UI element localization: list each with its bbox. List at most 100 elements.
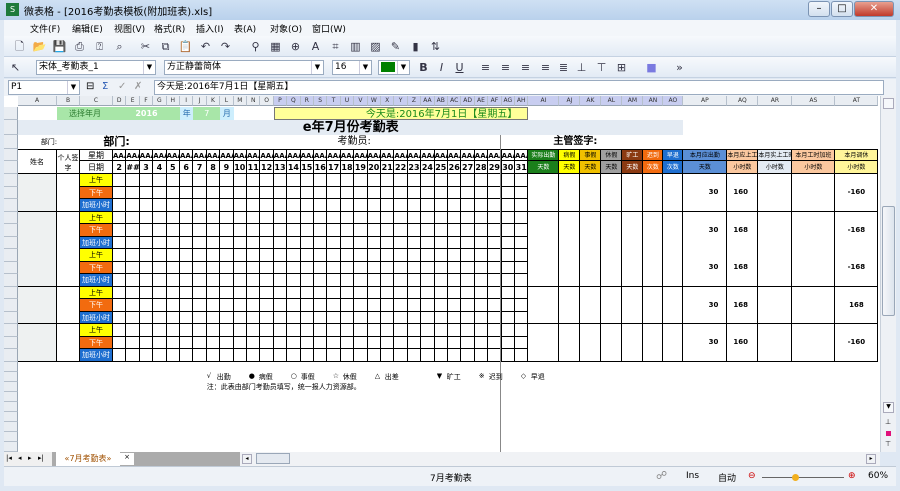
attendance-cell[interactable] <box>421 286 435 300</box>
attendance-cell[interactable] <box>314 324 328 337</box>
attendance-cell[interactable] <box>448 224 462 237</box>
align-right-icon[interactable]: ≡ <box>518 60 533 75</box>
attendance-cell[interactable] <box>247 186 261 200</box>
attendance-cell[interactable] <box>327 311 341 325</box>
attendance-cell[interactable] <box>126 349 140 362</box>
attendance-cell[interactable] <box>461 236 475 250</box>
attendance-cell[interactable] <box>407 324 422 337</box>
attendance-cell[interactable] <box>421 324 435 337</box>
open-icon[interactable]: 📂 <box>32 39 47 54</box>
attendance-cell[interactable] <box>515 224 529 237</box>
column-header[interactable]: I <box>180 96 194 106</box>
attendance-cell[interactable] <box>434 311 448 325</box>
attendance-cell[interactable] <box>220 286 234 300</box>
attendance-cell[interactable] <box>220 174 234 187</box>
attendance-cell[interactable] <box>421 274 435 287</box>
attendance-cell[interactable] <box>139 311 154 325</box>
zoom-slider[interactable] <box>762 477 844 478</box>
attendance-cell[interactable] <box>327 186 341 200</box>
column-header[interactable]: M <box>233 96 247 106</box>
attendance-cell[interactable] <box>327 211 341 225</box>
attendance-cell[interactable] <box>407 299 422 312</box>
text-color-icon[interactable]: A <box>308 39 323 54</box>
attendance-cell[interactable] <box>327 349 341 362</box>
attendance-cell[interactable] <box>474 236 489 250</box>
attendance-cell[interactable] <box>273 336 288 350</box>
attendance-cell[interactable] <box>153 236 167 250</box>
attendance-cell[interactable] <box>474 324 489 337</box>
attendance-cell[interactable] <box>180 224 194 237</box>
attendance-cell[interactable] <box>287 324 301 337</box>
attendance-cell[interactable] <box>166 324 180 337</box>
attendance-cell[interactable] <box>126 261 140 275</box>
signature-cell[interactable] <box>57 286 80 325</box>
save-icon[interactable]: 💾 <box>52 39 67 54</box>
attendance-cell[interactable] <box>166 336 180 350</box>
attendance-cell[interactable] <box>206 186 221 200</box>
attendance-cell[interactable] <box>340 186 355 200</box>
attendance-cell[interactable] <box>300 224 314 237</box>
attendance-cell[interactable] <box>273 311 288 325</box>
row-header[interactable] <box>4 107 18 120</box>
attendance-cell[interactable] <box>180 349 194 362</box>
attendance-cell[interactable] <box>166 274 180 287</box>
copy-icon[interactable]: ⧉ <box>158 39 173 54</box>
attendance-cell[interactable] <box>273 299 288 312</box>
attendance-cell[interactable] <box>381 199 395 212</box>
column-header[interactable]: G <box>153 96 167 106</box>
attendance-cell[interactable] <box>206 286 221 300</box>
attendance-cell[interactable] <box>220 324 234 337</box>
attendance-cell[interactable] <box>501 286 515 300</box>
attendance-cell[interactable] <box>354 211 368 225</box>
attendance-cell[interactable] <box>407 249 422 262</box>
attendance-cell[interactable] <box>193 249 207 262</box>
distribute-icon[interactable]: ≣ <box>556 60 571 75</box>
attendance-cell[interactable] <box>300 274 314 287</box>
row-header[interactable] <box>4 261 18 275</box>
attendance-cell[interactable] <box>233 224 247 237</box>
column-header[interactable]: AR <box>758 96 793 106</box>
attendance-cell[interactable] <box>448 174 462 187</box>
attendance-cell[interactable] <box>394 236 408 250</box>
attendance-cell[interactable] <box>126 336 140 350</box>
attendance-cell[interactable] <box>220 236 234 250</box>
attendance-cell[interactable] <box>206 199 221 212</box>
attendance-cell[interactable] <box>247 261 261 275</box>
attendance-cell[interactable] <box>166 224 180 237</box>
attendance-cell[interactable] <box>461 324 475 337</box>
attendance-cell[interactable] <box>394 299 408 312</box>
attendance-cell[interactable] <box>421 299 435 312</box>
attendance-cell[interactable] <box>367 349 381 362</box>
attendance-cell[interactable] <box>327 324 341 337</box>
attendance-cell[interactable] <box>300 174 314 187</box>
attendance-cell[interactable] <box>139 349 154 362</box>
attendance-cell[interactable] <box>233 236 247 250</box>
row-header[interactable] <box>4 199 18 212</box>
column-header[interactable]: C <box>80 96 113 106</box>
attendance-cell[interactable] <box>394 324 408 337</box>
attendance-cell[interactable] <box>247 199 261 212</box>
attendance-cell[interactable] <box>340 311 355 325</box>
attendance-cell[interactable] <box>180 336 194 350</box>
attendance-cell[interactable] <box>381 186 395 200</box>
attendance-cell[interactable] <box>434 261 448 275</box>
attendance-cell[interactable] <box>407 286 422 300</box>
attendance-cell[interactable] <box>300 211 314 225</box>
select-object-icon[interactable] <box>886 431 891 436</box>
attendance-cell[interactable] <box>501 186 515 200</box>
column-header[interactable]: AC <box>448 96 462 106</box>
attendance-cell[interactable] <box>139 336 154 350</box>
attendance-cell[interactable] <box>515 311 529 325</box>
attendance-cell[interactable] <box>381 274 395 287</box>
attendance-cell[interactable] <box>354 349 368 362</box>
attendance-cell[interactable] <box>501 349 515 362</box>
row-header[interactable] <box>4 401 18 412</box>
attendance-cell[interactable] <box>381 299 395 312</box>
column-header[interactable]: AN <box>643 96 664 106</box>
attendance-cell[interactable] <box>220 186 234 200</box>
attendance-cell[interactable] <box>139 199 154 212</box>
zoom-slider-knob[interactable] <box>791 474 799 481</box>
underline-button[interactable]: U <box>452 60 467 75</box>
attendance-cell[interactable] <box>166 286 180 300</box>
name-cell[interactable] <box>18 286 57 325</box>
